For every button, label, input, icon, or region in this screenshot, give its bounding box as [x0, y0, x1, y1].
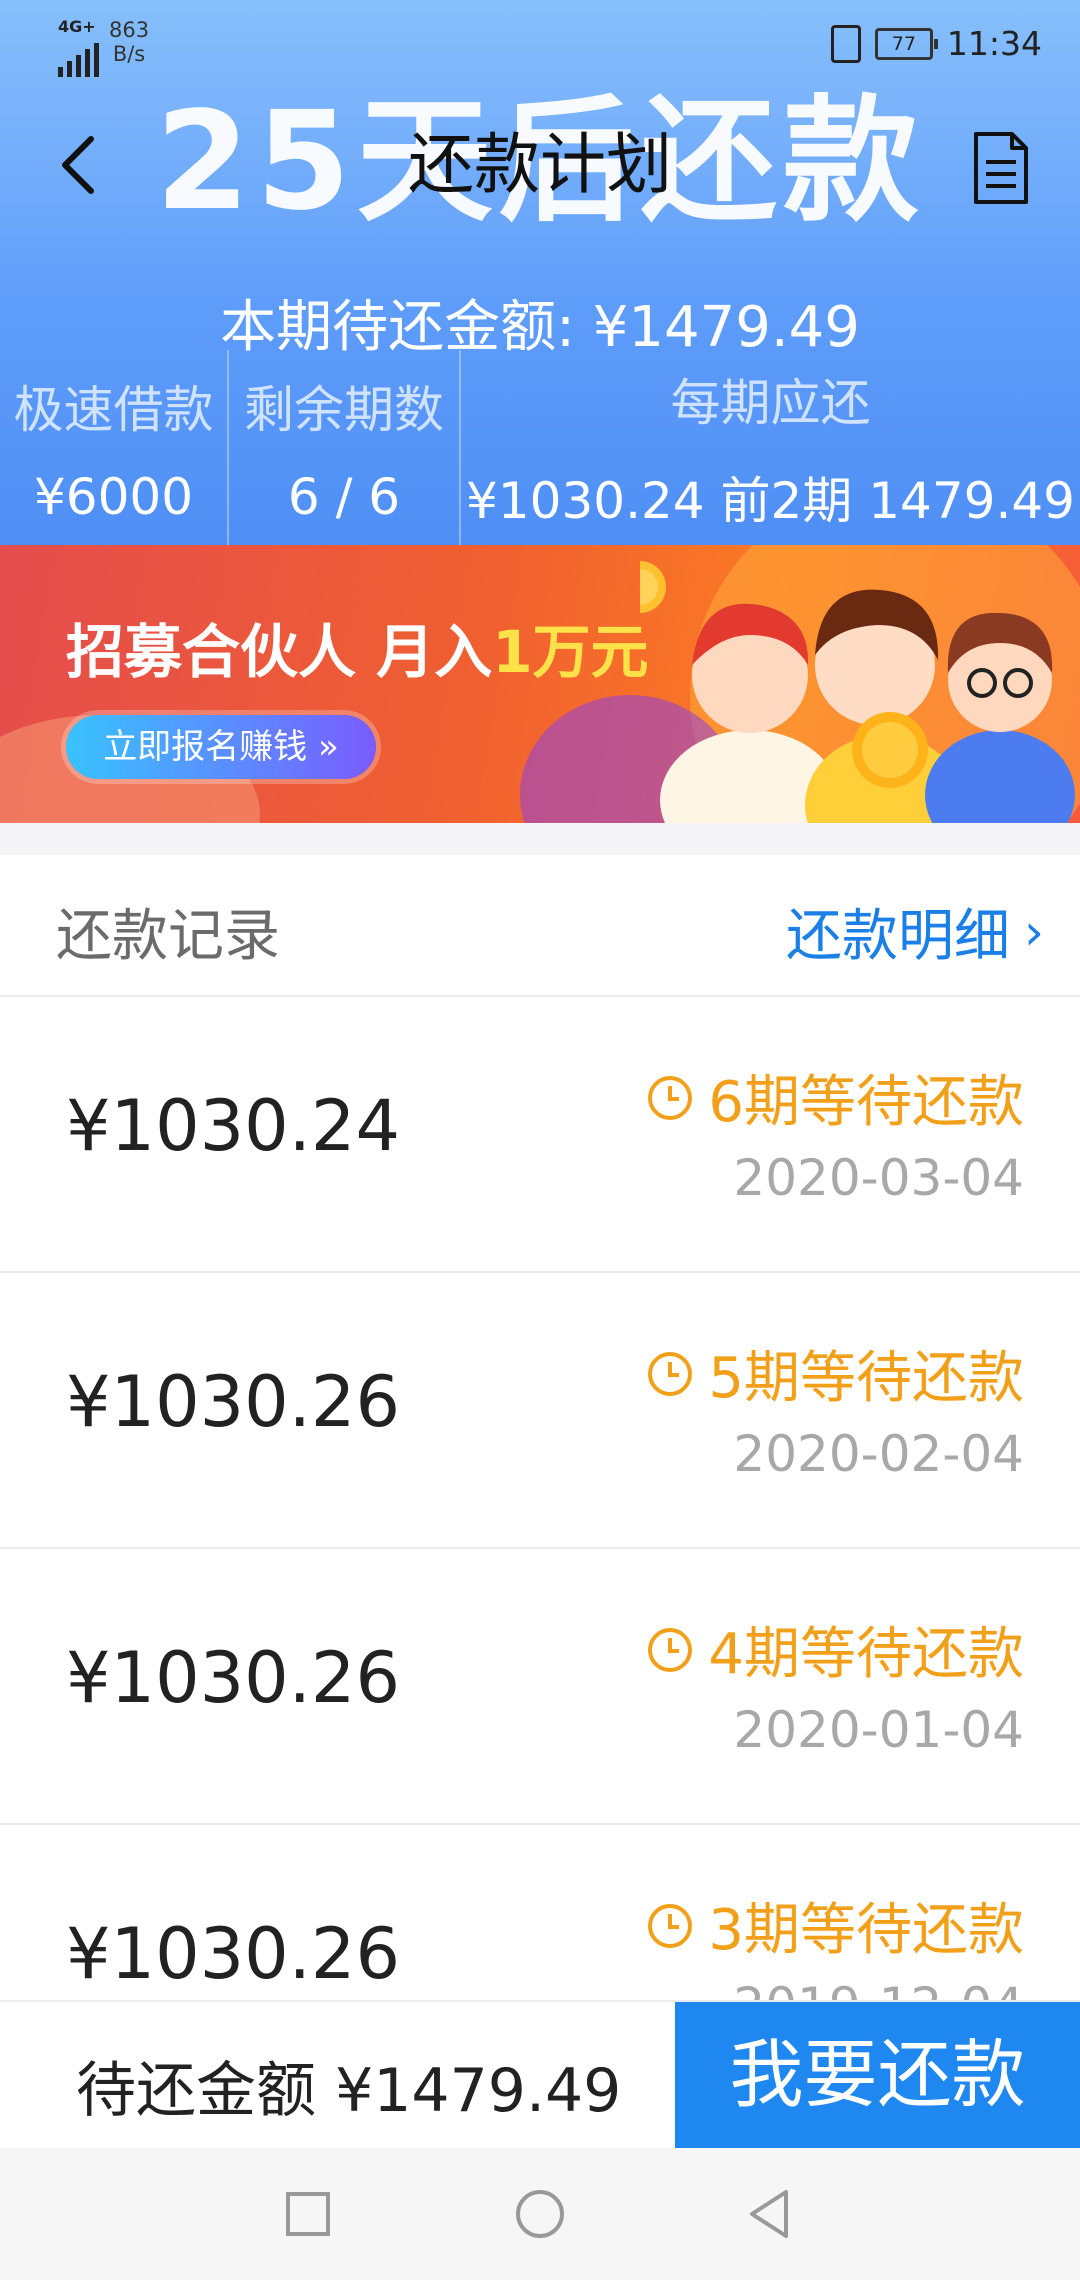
stat-remaining-periods: 剩余期数 6 / 6: [229, 350, 461, 545]
record-status: 5期等待还款: [646, 1333, 1024, 1414]
banner-signup-button[interactable]: 立即报名赚钱 »: [66, 715, 376, 779]
record-status-text: 4期等待还款: [708, 1622, 1024, 1687]
network-type: 4G+: [58, 17, 96, 36]
stat-label: 剩余期数: [244, 380, 444, 439]
stat-value: ¥6000: [33, 467, 194, 526]
battery-level: 77: [891, 32, 916, 55]
record-row[interactable]: ¥1030.26 5期等待还款 2020-02-04: [0, 1273, 1080, 1549]
record-status: 3期等待还款: [646, 1885, 1024, 1966]
repay-button[interactable]: 我要还款: [675, 2002, 1080, 2148]
stat-value: 6 / 6: [287, 467, 401, 526]
record-row[interactable]: ¥1030.24 6期等待还款 2020-03-04: [0, 997, 1080, 1273]
status-right: 77 11:34: [830, 24, 1042, 63]
page-title: 还款计划: [408, 126, 672, 203]
stat-loan: 极速借款 ¥6000: [0, 350, 229, 545]
speed-value: 863: [109, 18, 150, 42]
record-status-text: 3期等待还款: [708, 1898, 1024, 1963]
record-status-text: 6期等待还款: [708, 1070, 1024, 1135]
record-amount: ¥1030.24: [66, 1085, 401, 1167]
record-row[interactable]: ¥1030.26 4期等待还款 2020-01-04: [0, 1549, 1080, 1825]
signal-icon: [58, 39, 99, 77]
stat-value: ¥1030.24 前2期 1479.49: [466, 471, 1075, 530]
document-icon[interactable]: [966, 128, 1036, 208]
loan-stats: 极速借款 ¥6000 剩余期数 6 / 6 每期应还 ¥1030.24 前2期 …: [0, 350, 1080, 545]
recent-apps-icon[interactable]: [276, 2182, 340, 2246]
clock-icon: [648, 1903, 693, 1948]
record-date: 2020-02-04: [733, 1425, 1024, 1483]
repayment-records-card: 还款记录 还款明细 › ¥1030.24 6期等待还款 2020-03-04 ¥…: [0, 855, 1080, 2101]
records-header: 还款记录 还款明细 ›: [0, 855, 1080, 997]
system-nav-bar: [0, 2148, 1080, 2280]
bottom-action-bar: 待还金额 ¥1479.49 我要还款: [0, 2002, 1080, 2148]
clock-icon: [648, 1075, 693, 1120]
promo-banner[interactable]: 招募合伙人 月入1万元 立即报名赚钱 »: [0, 545, 1080, 823]
repayment-detail-link[interactable]: 还款明细 ›: [786, 891, 1044, 972]
network-speed: 863 B/s: [109, 18, 149, 66]
record-date: 2020-01-04: [733, 1701, 1024, 1759]
banner-title: 招募合伙人 月入1万元: [66, 605, 649, 689]
back-nav-icon[interactable]: [738, 2182, 802, 2246]
record-amount: ¥1030.26: [66, 1637, 401, 1719]
record-date: 2020-03-04: [733, 1149, 1024, 1207]
home-icon[interactable]: [508, 2182, 572, 2246]
speed-unit: B/s: [112, 42, 146, 66]
status-left: 4G+ 863 B/s: [58, 18, 149, 77]
record-status: 4期等待还款: [646, 1609, 1024, 1690]
clock-icon: [648, 1351, 693, 1396]
clock-time: 11:34: [946, 24, 1042, 63]
banner-title-highlight: 1万元: [492, 618, 649, 686]
vibrate-icon: [830, 24, 861, 63]
stat-label: 每期应还: [670, 373, 871, 432]
record-amount: ¥1030.26: [66, 1361, 401, 1443]
records-title: 还款记录: [56, 904, 280, 969]
network-indicator: 4G+: [58, 18, 99, 77]
record-status-text: 5期等待还款: [708, 1346, 1024, 1411]
record-status: 6期等待还款: [646, 1057, 1024, 1138]
chevron-right-icon: ›: [1024, 902, 1044, 961]
screen: 4G+ 863 B/s 77 11:34 25天后还款 还款计划 本期待还金额:…: [0, 0, 1080, 2280]
record-amount: ¥1030.26: [66, 1913, 401, 1995]
banner-title-prefix: 招募合伙人 月入: [66, 618, 493, 686]
stat-label: 极速借款: [13, 380, 214, 439]
detail-link-label: 还款明细: [786, 904, 1010, 969]
battery-icon: 77: [874, 27, 938, 60]
due-amount: 待还金额 ¥1479.49: [76, 2056, 622, 2126]
clock-icon: [648, 1627, 693, 1672]
banner-people-illustration: [640, 561, 1075, 823]
status-bar: 4G+ 863 B/s 77 11:34: [0, 0, 1080, 90]
stat-per-period: 每期应还 ¥1030.24 前2期 1479.49: [461, 350, 1080, 545]
